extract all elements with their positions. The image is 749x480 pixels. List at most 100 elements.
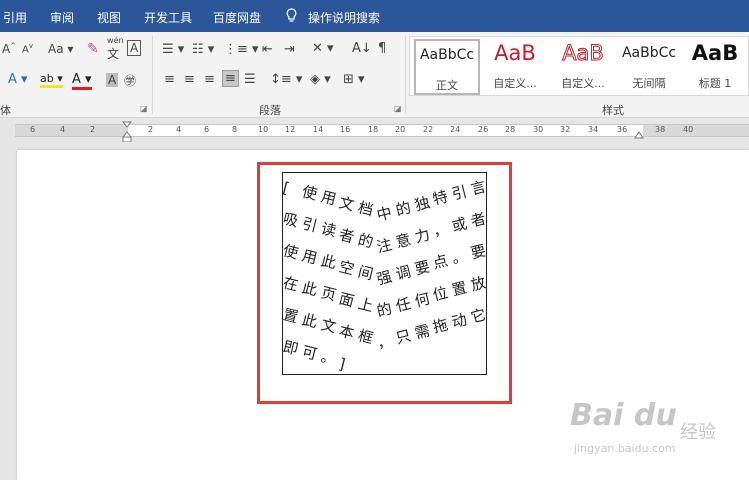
style-custom-2[interactable]: AaB 自定义... bbox=[550, 39, 616, 95]
indent-marker[interactable] bbox=[122, 120, 132, 144]
paragraph-group-label: 段落 bbox=[259, 104, 281, 117]
change-case-label: Aa bbox=[48, 42, 64, 56]
textbox-char: 读 bbox=[318, 219, 338, 241]
ruler-number: 6 bbox=[204, 125, 210, 134]
sort-icon[interactable]: A↓ bbox=[352, 41, 372, 56]
phonetic-guide-button[interactable]: wén 文 bbox=[107, 36, 124, 62]
textbox-char: 者 bbox=[468, 209, 488, 231]
align-right-icon[interactable]: ≡ bbox=[204, 72, 215, 87]
tab-view[interactable]: 视图 bbox=[97, 9, 121, 26]
ruler-number: 4 bbox=[60, 125, 66, 134]
horizontal-ruler: 6 4 2 2 4 6 8 10 12 14 16 18 20 22 24 26… bbox=[0, 118, 749, 144]
textbox-char: 此 bbox=[318, 251, 338, 273]
enclose-char-icon[interactable]: ㊫ bbox=[124, 72, 136, 89]
style-sample: AaB bbox=[494, 41, 536, 65]
ruler-number: 34 bbox=[588, 125, 599, 134]
paragraph-dialog-launcher[interactable]: ◪ bbox=[394, 104, 402, 113]
textbox-char: 何 bbox=[412, 289, 432, 311]
decrease-indent-icon[interactable]: ⇤ bbox=[262, 42, 273, 57]
textbox-char: 中 bbox=[374, 203, 394, 225]
textbox-char: 的 bbox=[393, 198, 413, 220]
ruler-number: 32 bbox=[560, 125, 571, 134]
ruler-number: 8 bbox=[232, 125, 238, 134]
phonetic-label: wén bbox=[107, 36, 124, 45]
tab-developer[interactable]: 开发工具 bbox=[144, 9, 192, 26]
ruler-number: 10 bbox=[258, 125, 269, 134]
bullets-icon[interactable]: ☰ ▾ bbox=[162, 42, 184, 57]
phonetic-char: 文 bbox=[107, 47, 120, 61]
tab-references[interactable]: 引用 bbox=[3, 9, 27, 26]
ruler-number: 12 bbox=[285, 125, 296, 134]
tab-baidu-netdisk[interactable]: 百度网盘 bbox=[213, 9, 261, 26]
group-separator bbox=[152, 36, 153, 114]
style-heading-1[interactable]: AaB 标题 1 bbox=[682, 39, 748, 95]
style-no-spacing[interactable]: AaBbCc 无间隔 bbox=[616, 39, 682, 95]
style-custom-1[interactable]: AaB 自定义... bbox=[482, 39, 548, 95]
font-group-label: 体 bbox=[0, 104, 11, 117]
ruler-number: 40 bbox=[683, 125, 694, 134]
style-sample: AaBbCc bbox=[419, 47, 475, 63]
watermark-logo: Bai du bbox=[570, 398, 677, 433]
shrink-font-icon[interactable]: Av bbox=[22, 42, 33, 55]
font-dialog-launcher[interactable]: ◪ bbox=[140, 104, 148, 113]
textbox-char: 只 bbox=[393, 326, 413, 348]
ruler-number: 2 bbox=[148, 125, 154, 134]
distribute-icon[interactable]: ☰ bbox=[244, 72, 256, 87]
ruler-number: 14 bbox=[313, 125, 324, 134]
ruler-number: 28 bbox=[505, 125, 516, 134]
textbox-char: 调 bbox=[393, 262, 413, 284]
ruler-number: 36 bbox=[617, 125, 628, 134]
ruler-number: 18 bbox=[368, 125, 379, 134]
ribbon: A^ Av Aa ▾ ✎ wén 文 A A ▾ ab ▾ A ▾ A ㊫ ☰ ▾… bbox=[0, 32, 749, 118]
ruler-number: 22 bbox=[423, 125, 434, 134]
tell-me-search[interactable]: 操作说明搜索 bbox=[308, 9, 380, 26]
tab-review[interactable]: 审阅 bbox=[50, 9, 74, 26]
increase-indent-icon[interactable]: ⇥ bbox=[284, 42, 295, 57]
style-sample: AaBbCc bbox=[621, 45, 677, 61]
justify-icon[interactable]: ≡ bbox=[222, 70, 239, 87]
text-effects-icon[interactable]: A ▾ bbox=[8, 72, 28, 87]
ruler-number: 20 bbox=[395, 125, 406, 134]
textbox-char: ， bbox=[374, 331, 394, 353]
watermark-url: jingyan.baidu.com bbox=[574, 442, 676, 455]
ruler-number: 38 bbox=[655, 125, 666, 134]
group-separator bbox=[405, 36, 406, 114]
textbox-char: 需 bbox=[412, 321, 432, 343]
textbox-char: 页 bbox=[318, 283, 338, 305]
line-spacing-icon[interactable]: ↕≡ ▾ bbox=[270, 72, 302, 87]
textbox-char: 的 bbox=[374, 299, 394, 321]
textbox-char: 用 bbox=[318, 187, 338, 209]
numbering-icon[interactable]: ☷ ▾ bbox=[192, 42, 214, 57]
grow-font-icon[interactable]: A^ bbox=[2, 42, 16, 56]
font-color-icon[interactable]: A ▾ bbox=[72, 72, 92, 90]
char-border-icon[interactable]: A bbox=[127, 40, 142, 56]
style-sample: AaB bbox=[562, 41, 605, 66]
align-center-icon[interactable]: ≡ bbox=[184, 72, 195, 87]
right-indent-marker[interactable] bbox=[634, 130, 644, 139]
clear-format-icon[interactable]: ✎ bbox=[87, 41, 99, 57]
textbox-char: 文 bbox=[318, 315, 338, 337]
style-normal[interactable]: AaBbCc 正文 bbox=[414, 39, 480, 95]
change-case-button[interactable]: Aa ▾ bbox=[48, 42, 73, 56]
textbox-char: 独 bbox=[412, 193, 432, 215]
chinese-layout-icon[interactable]: ✕ ▾ bbox=[312, 41, 334, 56]
style-sample: AaB bbox=[691, 41, 739, 65]
multilevel-list-icon[interactable]: ⋮≡ ▾ bbox=[224, 42, 259, 57]
lightbulb-icon bbox=[286, 8, 297, 22]
shading-icon[interactable]: ◈ ▾ bbox=[310, 72, 331, 87]
textbox-char: 它 bbox=[468, 305, 488, 327]
textbox-char: 强 bbox=[374, 267, 394, 289]
ruler-number: 16 bbox=[340, 125, 351, 134]
textbox-char: 要 bbox=[412, 257, 432, 279]
highlight-icon[interactable]: ab ▾ bbox=[40, 72, 63, 88]
watermark-text: 经验 bbox=[680, 422, 716, 443]
textbox-char: 注 bbox=[374, 235, 394, 257]
show-marks-icon[interactable]: ¶ bbox=[378, 41, 386, 56]
char-shading-icon[interactable]: A bbox=[106, 73, 119, 87]
styles-group-label: 样式 bbox=[602, 104, 624, 117]
ruler-number: 30 bbox=[533, 125, 544, 134]
borders-icon[interactable]: ⊞ ▾ bbox=[343, 72, 365, 87]
align-left-icon[interactable]: ≡ bbox=[164, 72, 175, 87]
textbox-char: 言 bbox=[468, 177, 488, 199]
ruler-number: 26 bbox=[478, 125, 489, 134]
